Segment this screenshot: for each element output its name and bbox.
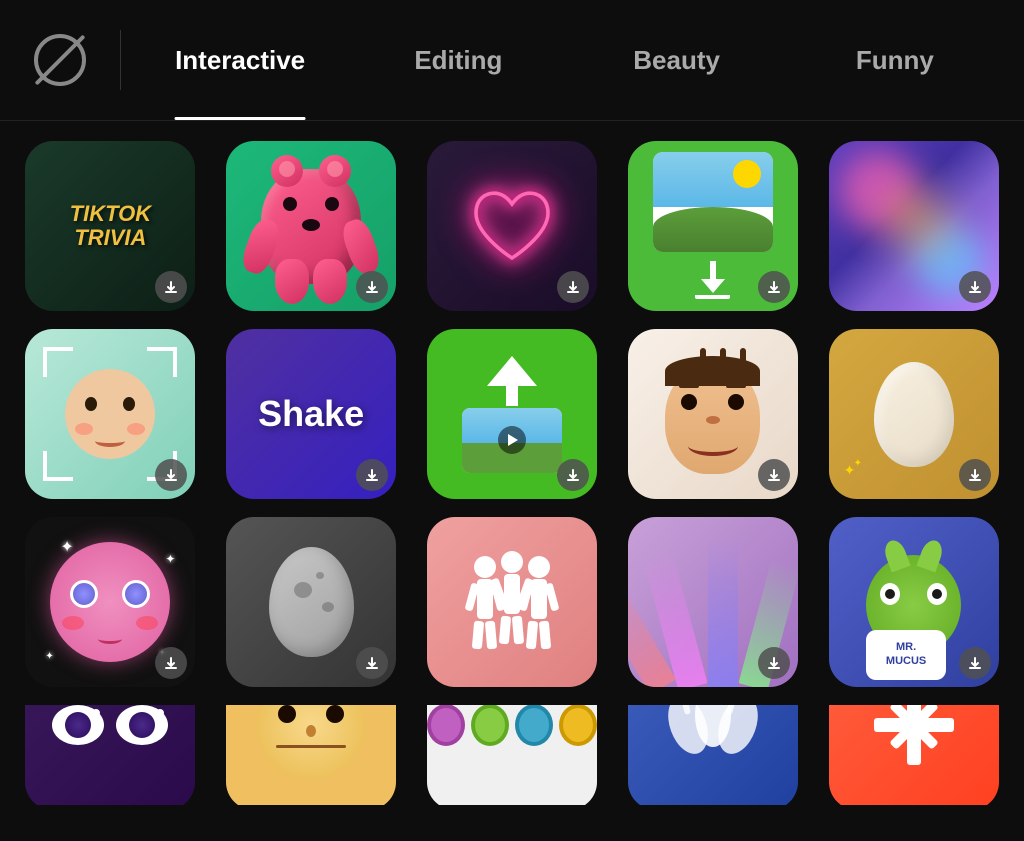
- app-wave-hands[interactable]: [620, 705, 805, 805]
- tab-none[interactable]: [20, 34, 110, 86]
- app-shake[interactable]: Shake: [219, 329, 404, 499]
- app-dance-silhouette[interactable]: [420, 517, 605, 687]
- app-face-character[interactable]: [620, 329, 805, 499]
- download-badge[interactable]: [155, 459, 187, 491]
- download-badge[interactable]: [155, 271, 187, 303]
- shake-label: Shake: [258, 393, 364, 435]
- download-badge[interactable]: [758, 271, 790, 303]
- download-badge[interactable]: [959, 459, 991, 491]
- app-color-circles[interactable]: [420, 705, 605, 805]
- app-round-face[interactable]: [219, 705, 404, 805]
- app-abstract-gradient[interactable]: [821, 141, 1006, 311]
- download-badge[interactable]: [557, 459, 589, 491]
- download-badge[interactable]: [155, 647, 187, 679]
- app-grid: TIKTOKTRIVIA: [0, 121, 1024, 805]
- tab-interactive[interactable]: Interactive: [131, 0, 349, 120]
- app-photo-download[interactable]: [620, 141, 805, 311]
- tab-funny[interactable]: Funny: [786, 0, 1004, 120]
- app-face-scan[interactable]: [18, 329, 203, 499]
- app-tiktok-trivia[interactable]: TIKTOKTRIVIA: [18, 141, 203, 311]
- tab-editing[interactable]: Editing: [349, 0, 567, 120]
- no-filter-icon: [34, 34, 86, 86]
- app-big-eyes[interactable]: [18, 705, 203, 805]
- tab-beauty[interactable]: Beauty: [568, 0, 786, 120]
- app-dreamy-face[interactable]: ✦ ✦ ✦ ✦: [18, 517, 203, 687]
- sparkle-icon: ✦: [60, 537, 73, 557]
- download-badge[interactable]: [959, 647, 991, 679]
- mr-mucus-label: MR.MUCUS: [886, 641, 926, 667]
- app-mr-mucus[interactable]: MR.MUCUS: [821, 517, 1006, 687]
- download-badge[interactable]: [557, 271, 589, 303]
- tab-bar: Interactive Editing Beauty Funny: [0, 0, 1024, 121]
- app-gray-egg[interactable]: [219, 517, 404, 687]
- sparkle-icon: ✦: [854, 458, 862, 469]
- download-badge[interactable]: [758, 459, 790, 491]
- app-egg[interactable]: ✦ ✦: [821, 329, 1006, 499]
- app-neon-heart[interactable]: [420, 141, 605, 311]
- app-light-beams[interactable]: [620, 517, 805, 687]
- tiktok-trivia-label: TIKTOKTRIVIA: [70, 202, 151, 250]
- sparkle-icon: ✦: [165, 552, 175, 566]
- app-sparkle[interactable]: [821, 705, 1006, 805]
- download-badge[interactable]: [959, 271, 991, 303]
- app-gummy-bear[interactable]: [219, 141, 404, 311]
- download-badge[interactable]: [356, 459, 388, 491]
- neon-heart-icon: [467, 184, 557, 269]
- download-badge[interactable]: [356, 271, 388, 303]
- app-upload-video[interactable]: [420, 329, 605, 499]
- sparkle-icon: ✦: [45, 651, 53, 662]
- download-badge[interactable]: [356, 647, 388, 679]
- download-badge[interactable]: [758, 647, 790, 679]
- tab-divider: [120, 30, 121, 90]
